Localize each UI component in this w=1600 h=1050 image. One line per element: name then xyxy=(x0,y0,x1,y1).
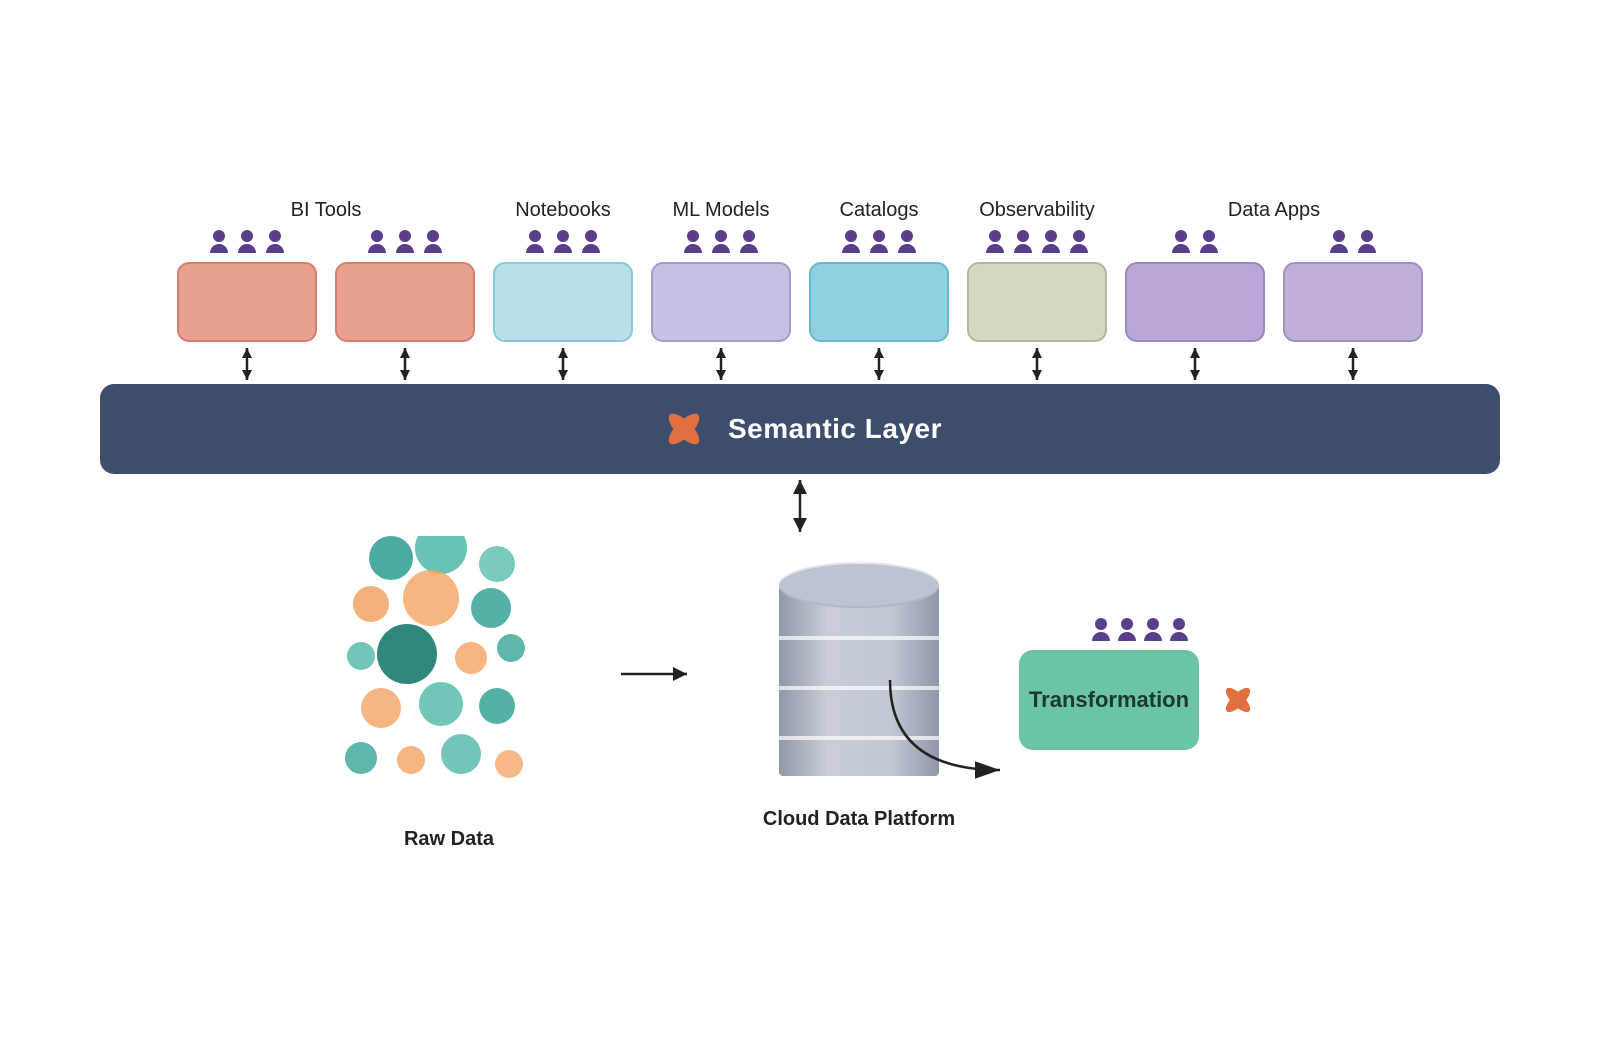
data-apps-arrow-2 xyxy=(1283,346,1423,382)
consumer-arrows-row xyxy=(100,346,1500,382)
user-icon xyxy=(580,230,602,256)
user-icon xyxy=(682,230,704,256)
user-icon xyxy=(394,230,416,256)
user-icon xyxy=(710,230,732,256)
user-icon xyxy=(422,230,444,256)
user-icon xyxy=(896,230,918,256)
vertical-double-arrow-icon xyxy=(782,476,818,536)
user-icon xyxy=(1040,230,1062,256)
double-arrow-icon xyxy=(393,346,417,382)
double-arrow-icon xyxy=(1025,346,1049,382)
raw-data-group: Raw Data xyxy=(339,536,559,851)
user-icon xyxy=(1328,230,1350,256)
user-icon xyxy=(1356,230,1378,256)
ml-models-label: ML Models xyxy=(672,199,769,222)
user-icons xyxy=(1328,230,1378,256)
user-icons xyxy=(208,230,286,256)
bi-tools-label: BI Tools xyxy=(291,199,362,222)
data-apps-box-2 xyxy=(1283,262,1423,342)
consumer-group-ml-models: ML Models xyxy=(651,199,791,342)
user-icon xyxy=(208,230,230,256)
consumer-group-notebooks: Notebooks xyxy=(493,199,633,342)
user-icon xyxy=(1116,618,1138,644)
consumer-group-data-apps: Data Apps xyxy=(1125,199,1423,342)
user-icons xyxy=(366,230,444,256)
consumer-group-observability: Observability xyxy=(967,199,1107,342)
user-icons xyxy=(1170,230,1220,256)
metriql-logo-icon xyxy=(658,403,710,455)
user-icon xyxy=(1012,230,1034,256)
user-icons xyxy=(682,230,760,256)
ml-models-box xyxy=(651,262,791,342)
consumer-row: BI Tools xyxy=(100,199,1500,342)
ml-models-arrow xyxy=(651,346,791,382)
bi-arrow-1 xyxy=(177,346,317,382)
semantic-layer-label: Semantic Layer xyxy=(728,413,942,445)
consumer-group-catalogs: Catalogs xyxy=(809,199,949,342)
bi-arrow-2 xyxy=(335,346,475,382)
raw-data-bubbles-icon xyxy=(339,536,559,816)
double-arrow-icon xyxy=(1183,346,1207,382)
user-icons xyxy=(840,230,918,256)
double-arrow-icon xyxy=(709,346,733,382)
transform-users xyxy=(1090,618,1190,644)
bubbles-container xyxy=(339,536,559,816)
user-icon xyxy=(1168,618,1190,644)
main-diagram: BI Tools xyxy=(100,199,1500,851)
user-icon xyxy=(524,230,546,256)
metriql-logo-small-icon xyxy=(1215,677,1261,723)
observability-arrow xyxy=(967,346,1107,382)
raw-to-cdp-arrow xyxy=(619,660,699,688)
data-apps-arrow-1 xyxy=(1125,346,1265,382)
cdp-label: Cloud Data Platform xyxy=(763,808,955,831)
user-icons xyxy=(524,230,602,256)
user-icon xyxy=(552,230,574,256)
data-apps-label: Data Apps xyxy=(1228,199,1320,222)
user-icon xyxy=(264,230,286,256)
bi-tools-box-2 xyxy=(335,262,475,342)
double-arrow-icon xyxy=(867,346,891,382)
curved-arrow-icon xyxy=(880,670,1110,790)
transform-group: Transformation xyxy=(1019,618,1261,750)
notebooks-arrow xyxy=(493,346,633,382)
right-arrow-icon xyxy=(619,660,699,688)
user-icon xyxy=(840,230,862,256)
notebooks-box xyxy=(493,262,633,342)
user-icons xyxy=(984,230,1090,256)
observability-label: Observability xyxy=(979,199,1095,222)
catalogs-label: Catalogs xyxy=(840,199,919,222)
double-arrow-icon xyxy=(235,346,259,382)
semantic-to-cdp-arrow-container xyxy=(782,476,818,536)
user-icon xyxy=(1142,618,1164,644)
observability-box xyxy=(967,262,1107,342)
user-icon xyxy=(236,230,258,256)
user-icon xyxy=(1068,230,1090,256)
user-icon xyxy=(1198,230,1220,256)
catalogs-arrow xyxy=(809,346,949,382)
user-icon xyxy=(366,230,388,256)
user-icon xyxy=(868,230,890,256)
user-icon xyxy=(984,230,1006,256)
user-icon xyxy=(1170,230,1192,256)
user-icon xyxy=(1090,618,1112,644)
double-arrow-icon xyxy=(551,346,575,382)
consumer-group-bi-tools: BI Tools xyxy=(177,199,475,342)
notebooks-label: Notebooks xyxy=(515,199,611,222)
double-arrow-icon xyxy=(1341,346,1365,382)
semantic-layer-bar: Semantic Layer xyxy=(100,384,1500,474)
bi-tools-box-1 xyxy=(177,262,317,342)
catalogs-box xyxy=(809,262,949,342)
bottom-section: Raw Data xyxy=(100,536,1500,851)
raw-data-label: Raw Data xyxy=(404,828,494,851)
data-apps-box-1 xyxy=(1125,262,1265,342)
user-icon xyxy=(738,230,760,256)
